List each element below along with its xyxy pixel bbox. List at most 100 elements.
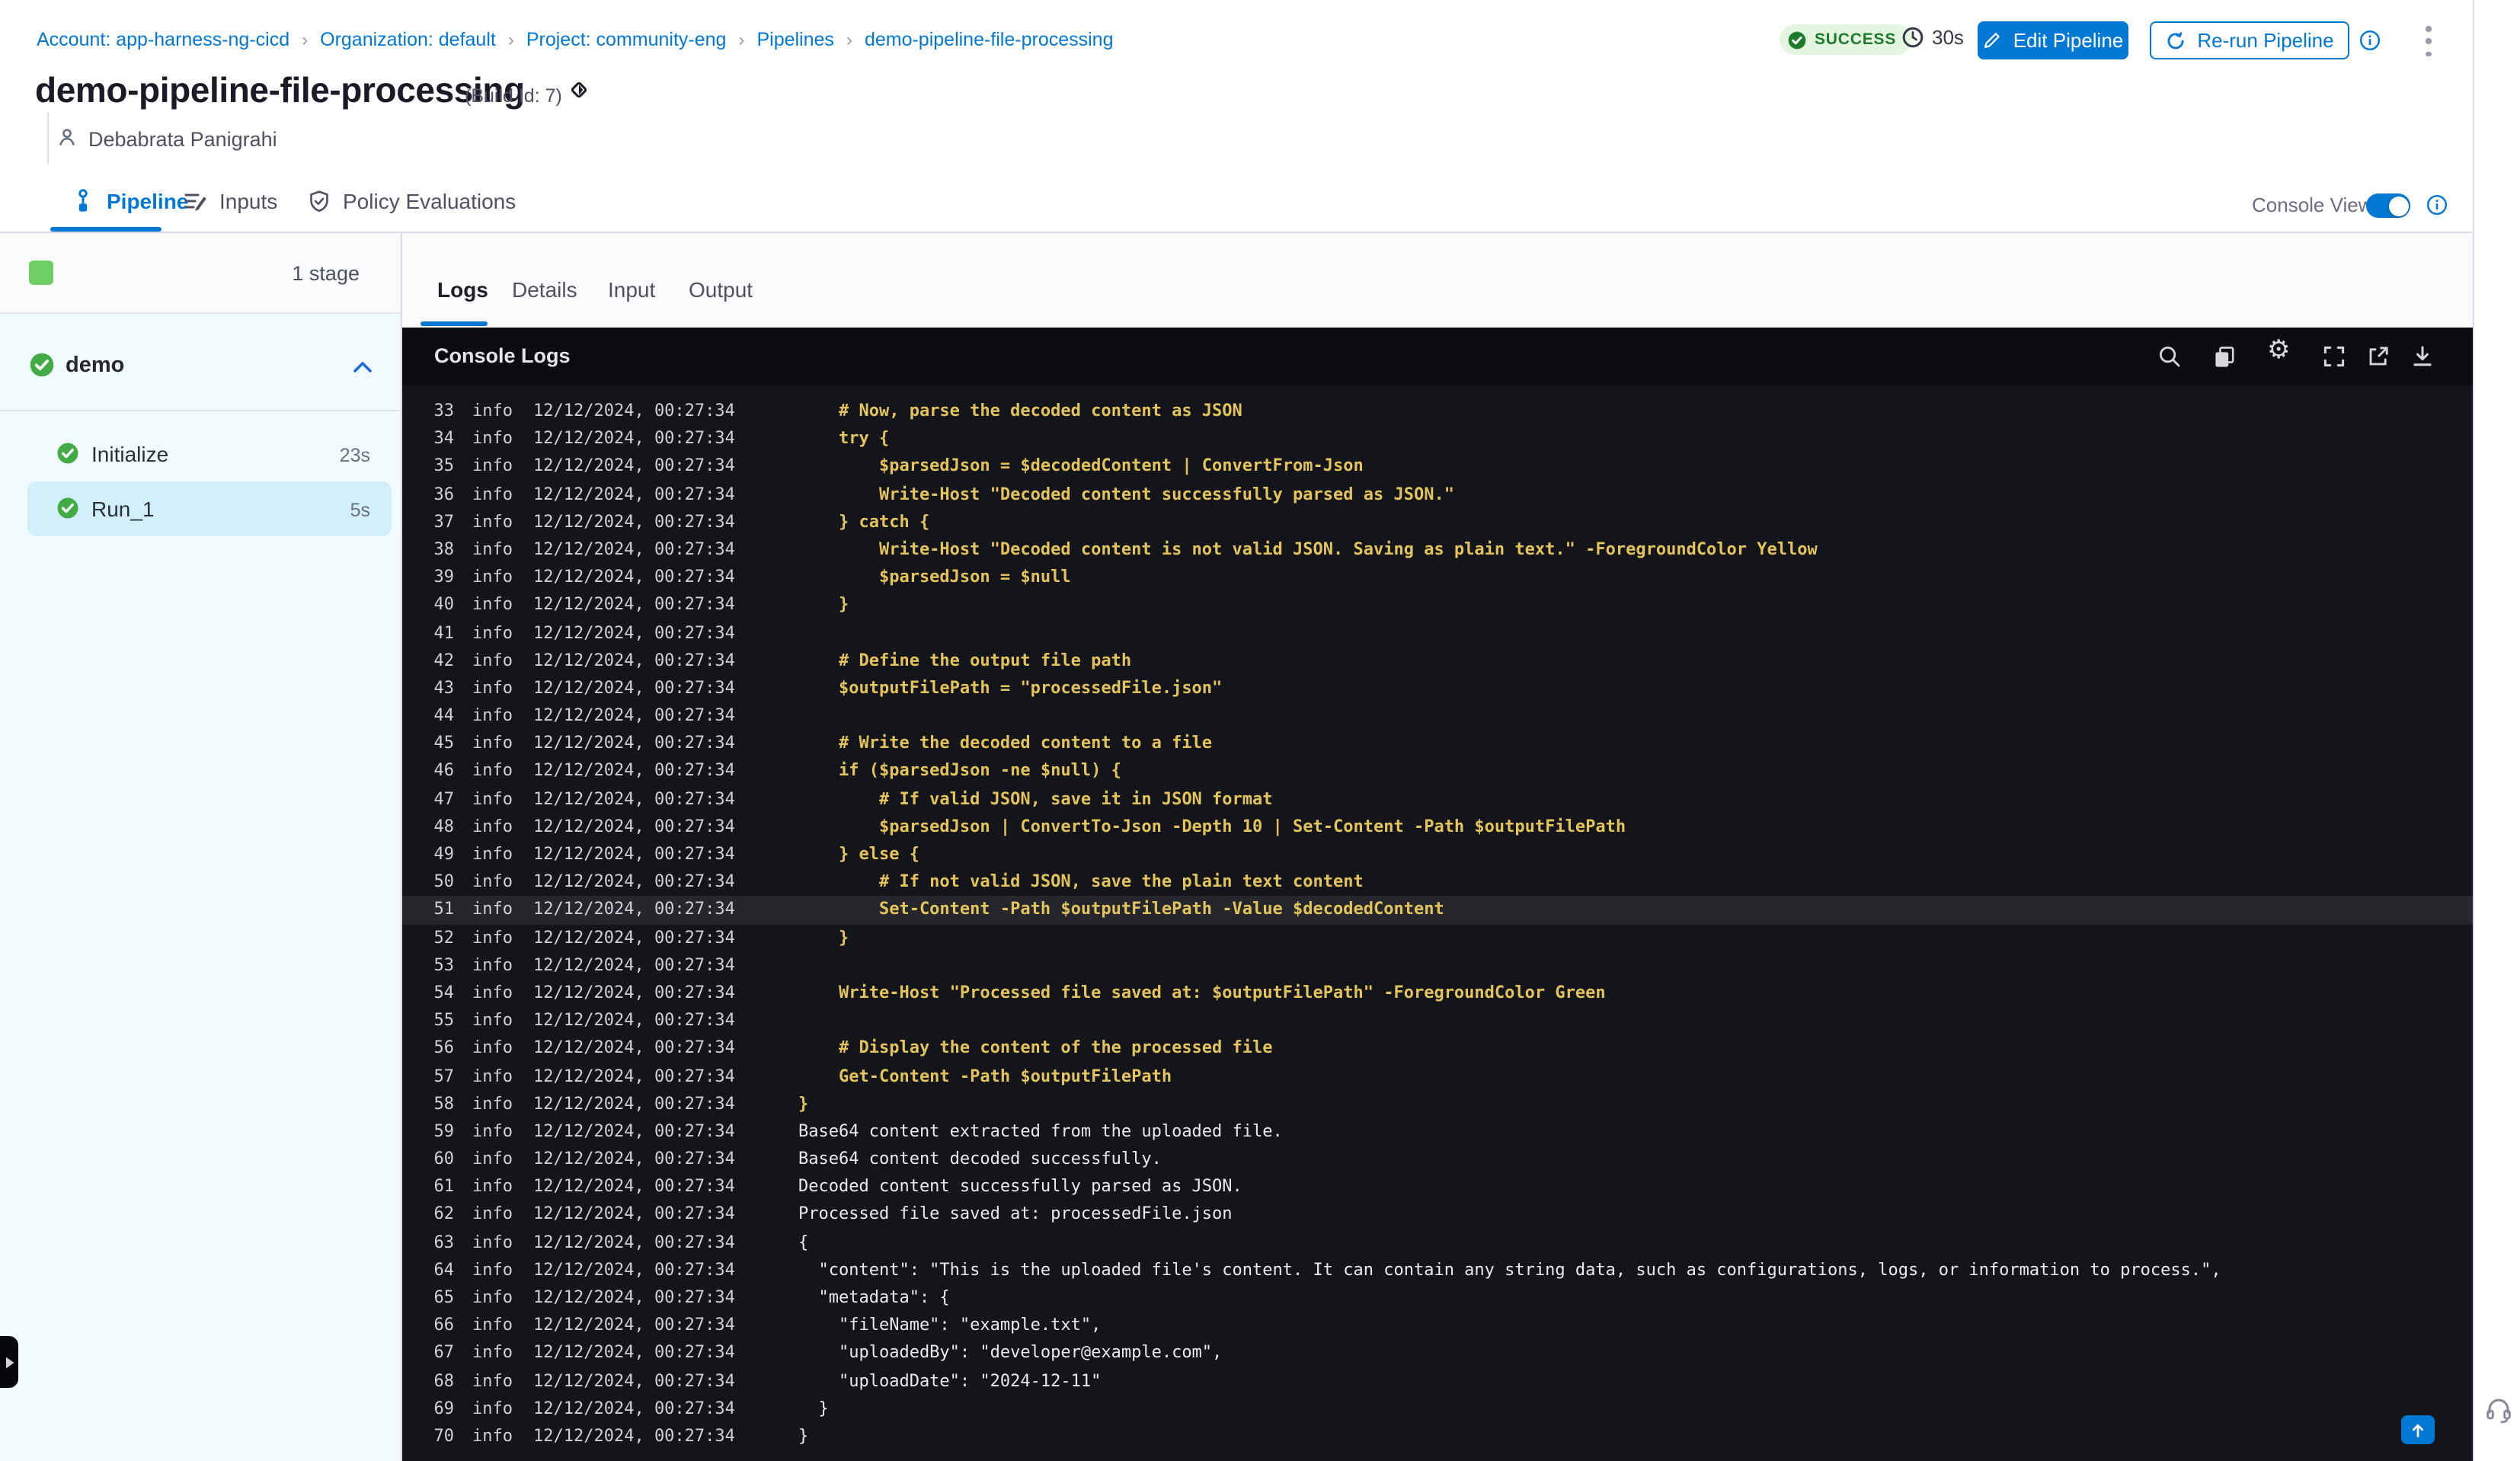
step-label: Run_1 [91, 497, 155, 521]
log-timestamp: 12/12/2024, 00:27:34 [533, 733, 735, 753]
breadcrumb-link[interactable]: Pipelines [756, 29, 833, 50]
log-line-number[interactable]: 38 [411, 536, 455, 564]
console-view-info-icon[interactable] [2426, 193, 2448, 216]
breadcrumb-link[interactable]: Organization: default [320, 29, 496, 50]
fullscreen-icon[interactable] [2322, 344, 2346, 369]
log-line-number[interactable]: 44 [411, 702, 455, 730]
log-timestamp: 12/12/2024, 00:27:34 [533, 401, 735, 420]
tab-inputs-label: Inputs [219, 189, 278, 213]
log-message: "fileName": "example.txt", [798, 1315, 1102, 1335]
log-line-number[interactable]: 54 [411, 980, 455, 1007]
stage-step-initialize[interactable]: Initialize 23s [27, 427, 392, 481]
log-line-number[interactable]: 59 [411, 1118, 455, 1146]
log-row: 40 info 12/12/2024, 00:27:34 } [402, 592, 2473, 619]
log-line-number[interactable]: 49 [411, 841, 455, 868]
shield-check-icon [308, 189, 331, 213]
edit-pipeline-label: Edit Pipeline [2013, 29, 2124, 52]
log-line-number[interactable]: 37 [411, 509, 455, 536]
tab-logs[interactable]: Logs [437, 277, 488, 302]
settings-gear-icon[interactable]: ⚙ [2267, 337, 2291, 364]
log-timestamp: 12/12/2024, 00:27:34 [533, 539, 735, 559]
log-line-number[interactable]: 46 [411, 758, 455, 785]
stage-step-run_1[interactable]: Run_1 5s [27, 481, 392, 536]
log-message: "metadata": { [798, 1287, 950, 1307]
log-line-number[interactable]: 60 [411, 1146, 455, 1173]
log-message: # Write the decoded content to a file [798, 733, 1213, 753]
log-row: 58 info 12/12/2024, 00:27:34} [402, 1090, 2473, 1117]
log-level: info [472, 1149, 513, 1169]
log-message: # If valid JSON, save it in JSON format [798, 788, 1273, 809]
rerun-pipeline-button[interactable]: Re-run Pipeline [2150, 21, 2349, 59]
log-line-number[interactable]: 67 [411, 1340, 455, 1367]
tab-details[interactable]: Details [512, 277, 577, 302]
log-timestamp: 12/12/2024, 00:27:34 [533, 1232, 735, 1252]
log-line-number[interactable]: 50 [411, 868, 455, 896]
log-line-number[interactable]: 55 [411, 1007, 455, 1034]
step-duration: 23s [339, 445, 370, 466]
breadcrumb-link[interactable]: Account: app-harness-ng-cicd [37, 29, 289, 50]
log-scroll-area[interactable]: 33 info 12/12/2024, 00:27:34 # Now, parse … [402, 388, 2473, 1461]
log-level: info [472, 1232, 513, 1252]
check-circle-icon [56, 497, 79, 520]
stage-group-demo[interactable]: demo [0, 328, 401, 410]
success-check-icon [1787, 30, 1807, 50]
log-line-number[interactable]: 36 [411, 481, 455, 508]
log-line-number[interactable]: 34 [411, 425, 455, 452]
tab-pipeline[interactable]: Pipeline [72, 189, 188, 213]
log-line-number[interactable]: 63 [411, 1229, 455, 1256]
tab-policy-evaluations[interactable]: Policy Evaluations [308, 189, 516, 213]
console-view-toggle[interactable] [2366, 193, 2410, 218]
log-line-number[interactable]: 69 [411, 1395, 455, 1423]
log-line-number[interactable]: 68 [411, 1367, 455, 1395]
log-level: info [472, 401, 513, 420]
log-line-number[interactable]: 62 [411, 1201, 455, 1229]
breadcrumb-link[interactable]: Project: community-eng [526, 29, 727, 50]
log-level: info [472, 733, 513, 753]
log-line-number[interactable]: 40 [411, 592, 455, 619]
help-headset-icon[interactable] [2483, 1394, 2514, 1424]
rerun-info-icon[interactable] [2359, 29, 2381, 52]
log-level: info [472, 1121, 513, 1141]
log-line-number[interactable]: 45 [411, 730, 455, 758]
log-line-number[interactable]: 64 [411, 1257, 455, 1284]
log-line-number[interactable]: 58 [411, 1090, 455, 1117]
log-line-number[interactable]: 65 [411, 1284, 455, 1312]
copy-icon[interactable] [2212, 344, 2237, 369]
log-line-number[interactable]: 43 [411, 675, 455, 702]
expand-panel-toggle[interactable] [0, 1336, 18, 1388]
log-line-number[interactable]: 70 [411, 1423, 455, 1450]
log-line-number[interactable]: 42 [411, 647, 455, 674]
log-line-number[interactable]: 57 [411, 1063, 455, 1090]
open-in-new-icon[interactable] [2366, 344, 2390, 369]
tab-output[interactable]: Output [689, 277, 753, 302]
log-line-number[interactable]: 51 [411, 897, 455, 924]
log-level: info [472, 927, 513, 948]
log-timestamp: 12/12/2024, 00:27:34 [533, 1010, 735, 1031]
more-options-menu[interactable] [2416, 23, 2441, 59]
log-line-number[interactable]: 39 [411, 564, 455, 591]
search-icon[interactable] [2157, 344, 2182, 369]
download-icon[interactable] [2410, 344, 2435, 369]
log-line-number[interactable]: 48 [411, 814, 455, 841]
log-line-number[interactable]: 35 [411, 453, 455, 481]
log-line-number[interactable]: 33 [411, 398, 455, 425]
log-line-number[interactable]: 66 [411, 1312, 455, 1339]
log-line-number[interactable]: 47 [411, 785, 455, 813]
log-timestamp: 12/12/2024, 00:27:34 [533, 594, 735, 615]
log-line-number[interactable]: 41 [411, 619, 455, 647]
log-line-number[interactable]: 61 [411, 1174, 455, 1201]
edit-pipeline-button[interactable]: Edit Pipeline [1978, 21, 2128, 59]
tab-input[interactable]: Input [608, 277, 655, 302]
breadcrumb-link[interactable]: demo-pipeline-file-processing [865, 29, 1114, 50]
chevron-up-icon[interactable] [352, 360, 373, 375]
log-line-number[interactable]: 52 [411, 924, 455, 951]
log-line-number[interactable]: 53 [411, 952, 455, 980]
log-line-number[interactable]: 56 [411, 1035, 455, 1063]
scroll-to-top-button[interactable] [2401, 1415, 2435, 1444]
log-level: info [472, 1176, 513, 1197]
tab-inputs[interactable]: Inputs [183, 189, 277, 213]
check-circle-icon [29, 352, 55, 378]
log-message: # Define the output file path [798, 650, 1132, 670]
console-header: Console Logs ⚙ [402, 328, 2473, 385]
log-message: Processed file saved at: processedFile.j… [798, 1204, 1233, 1224]
